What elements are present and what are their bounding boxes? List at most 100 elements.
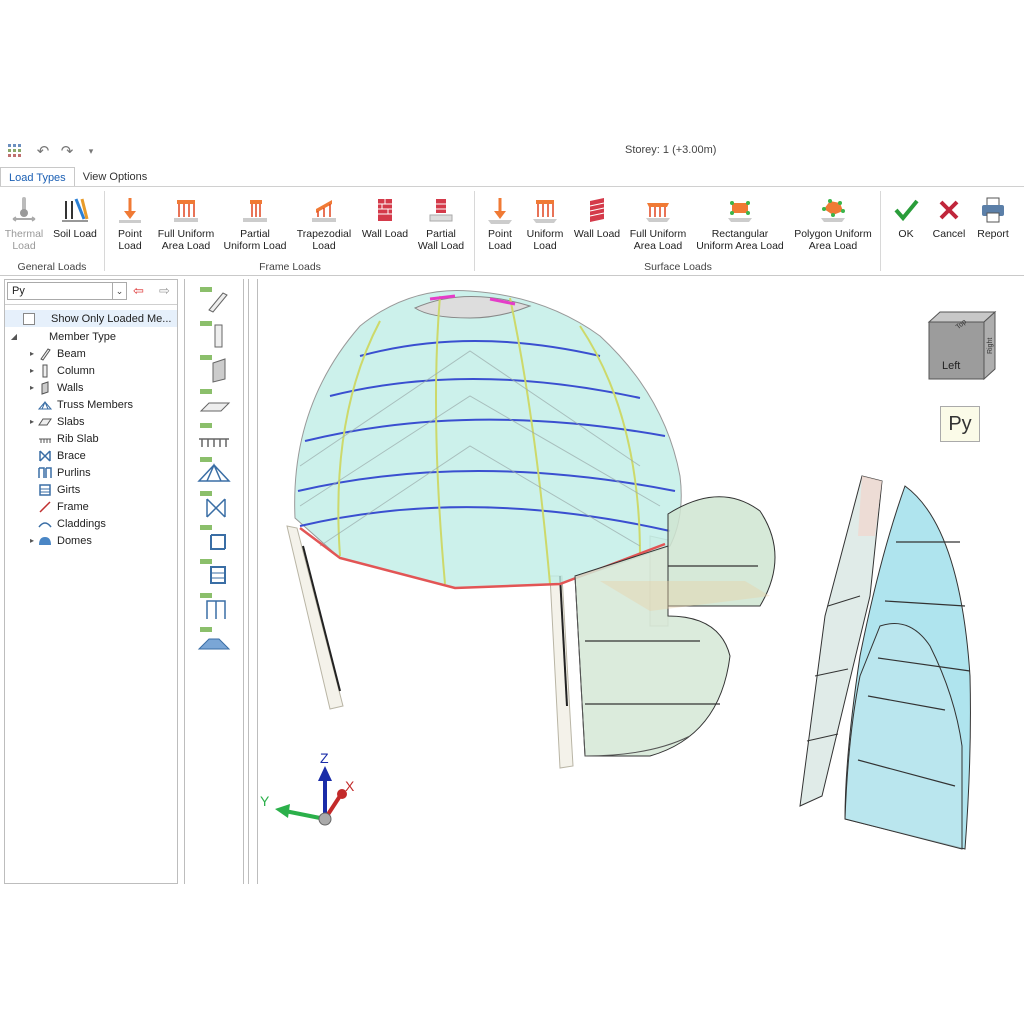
splitter[interactable]	[248, 279, 258, 884]
surface-uniform-load-button[interactable]: Uniform Load	[524, 195, 566, 252]
tree-item-brace[interactable]: Brace	[5, 447, 177, 464]
girt-filter-icon[interactable]	[197, 557, 231, 587]
purlin-icon	[37, 466, 53, 480]
truss-icon	[37, 398, 53, 412]
uniform-area-load-icon	[174, 200, 198, 222]
tab-view-options[interactable]: View Options	[75, 167, 156, 187]
soil-load-button[interactable]: Soil Load	[52, 195, 98, 240]
report-button[interactable]: Report	[972, 195, 1014, 240]
3d-viewport[interactable]: Z Y X Left Top Right	[259, 279, 1024, 884]
tree-item-frame[interactable]: Frame	[5, 498, 177, 515]
tree-root-member-type[interactable]: ◢ Member Type	[5, 328, 177, 345]
brace-filter-icon[interactable]	[197, 489, 231, 519]
tree-item-column[interactable]: ▸ Column	[5, 362, 177, 379]
frame-partial-wall-load-button[interactable]: Partial Wall Load	[414, 195, 468, 252]
close-icon	[939, 200, 959, 220]
brace-icon	[37, 449, 53, 463]
arrow-left-icon[interactable]: ⇦	[133, 283, 144, 299]
tree-item-slabs[interactable]: ▸ Slabs	[5, 413, 177, 430]
z-axis-label: Z	[320, 750, 329, 766]
tree-item-domes[interactable]: ▸ Domes	[5, 532, 177, 549]
cube-right-label: Right	[987, 338, 994, 354]
arrow-right-icon[interactable]: ⇨	[159, 283, 170, 299]
show-only-loaded-checkbox-row[interactable]: Show Only Loaded Me...	[5, 310, 177, 327]
purlin-filter-icon[interactable]	[197, 523, 231, 553]
cancel-button[interactable]: Cancel	[928, 195, 970, 240]
surface-wall-load-icon	[589, 198, 605, 222]
undo-icon[interactable]: ↶	[34, 142, 52, 160]
column-filter-icon[interactable]	[197, 319, 231, 349]
expand-icon[interactable]: ▸	[27, 383, 37, 392]
member-filter-toolbar	[184, 279, 244, 884]
wall-icon	[37, 380, 53, 395]
surface-polygon-uniform-area-load-button[interactable]: Polygon Uniform Area Load	[790, 195, 876, 252]
view-cube[interactable]: Left Top Right	[927, 310, 997, 381]
expand-icon[interactable]: ▸	[27, 349, 37, 358]
expand-icon[interactable]: ▸	[27, 417, 37, 426]
wall-load-icon	[378, 199, 392, 221]
expand-icon[interactable]: ▸	[27, 366, 37, 375]
tree-item-beam[interactable]: ▸ Beam	[5, 345, 177, 362]
group-label-frame: Frame Loads	[259, 261, 321, 273]
ribbon: Thermal Load Soil Load General Loads Poi…	[0, 187, 1024, 276]
thermal-load-button[interactable]: Thermal Load	[4, 195, 44, 252]
tree-item-girts[interactable]: Girts	[5, 481, 177, 498]
surface-point-load-icon	[488, 198, 512, 224]
axis-triad: Z Y X	[260, 750, 355, 826]
checkbox[interactable]	[23, 312, 35, 325]
customize-dropdown-icon[interactable]: ▾	[82, 142, 100, 160]
cladding-filter-icon[interactable]	[197, 625, 231, 655]
app-grid-icon[interactable]	[6, 142, 24, 160]
group-label-surface: Surface Loads	[644, 261, 712, 273]
tree-item-purlins[interactable]: Purlins	[5, 464, 177, 481]
tab-load-types[interactable]: Load Types	[0, 167, 75, 187]
collapse-icon[interactable]: ◢	[9, 332, 19, 341]
chevron-down-icon[interactable]: ⌄	[112, 283, 126, 299]
rib-slab-filter-icon[interactable]	[197, 421, 231, 451]
wall-filter-icon[interactable]	[197, 353, 231, 383]
beam-filter-icon[interactable]	[197, 285, 231, 315]
thermal-icon	[12, 197, 36, 222]
dome-icon	[37, 534, 53, 548]
slab-icon	[37, 415, 53, 429]
surface-full-uniform-area-load-button[interactable]: Full Uniform Area Load	[626, 195, 690, 252]
surface-uniform-load-icon	[533, 200, 557, 223]
frame-partial-uniform-load-button[interactable]: Partial Uniform Load	[222, 195, 288, 252]
column-icon	[37, 364, 53, 378]
tree-item-claddings[interactable]: Claddings	[5, 515, 177, 532]
storey-title: Storey: 1 (+3.00m)	[625, 144, 717, 156]
application-window: ↶ ↷ ▾ Storey: 1 (+3.00m) Load Types View…	[0, 136, 1024, 884]
frame-point-load-button[interactable]: Point Load	[110, 195, 150, 252]
frame-wall-load-button[interactable]: Wall Load	[360, 195, 410, 240]
surface-point-load-button[interactable]: Point Load	[480, 195, 520, 252]
cube-left-label: Left	[942, 360, 960, 372]
frame-filter-icon[interactable]	[197, 591, 231, 621]
cladding-icon	[37, 517, 53, 531]
redo-icon[interactable]: ↷	[58, 142, 76, 160]
ribbon-tabs: Load Types View Options	[0, 167, 155, 187]
rectangular-area-load-icon	[728, 201, 752, 222]
expand-icon[interactable]: ▸	[27, 536, 37, 545]
point-load-icon	[119, 198, 141, 223]
frame-full-uniform-area-load-button[interactable]: Full Uniform Area Load	[156, 195, 216, 252]
tree-item-truss-members[interactable]: Truss Members	[5, 396, 177, 413]
frame-icon	[37, 500, 53, 514]
surface-rectangular-uniform-area-load-button[interactable]: Rectangular Uniform Area Load	[694, 195, 786, 252]
rib-slab-icon	[37, 432, 53, 446]
tree-item-rib-slab[interactable]: Rib Slab	[5, 430, 177, 447]
partial-wall-load-icon	[429, 199, 453, 222]
slab-filter-icon[interactable]	[197, 387, 231, 417]
group-label-general: General Loads	[17, 261, 87, 273]
load-direction-select[interactable]: Py ⌄	[7, 282, 127, 300]
frame-trapezoidal-load-button[interactable]: Trapezodial Load	[294, 195, 354, 252]
dome	[294, 289, 682, 590]
member-tree-panel: Py ⌄ ⇦ ⇨ Show Only Loaded Me... ◢ Member…	[4, 279, 178, 884]
surface-wall-load-button[interactable]: Wall Load	[572, 195, 622, 240]
polygon-area-load-icon	[821, 199, 845, 222]
tree-item-walls[interactable]: ▸ Walls	[5, 379, 177, 396]
truss-filter-icon[interactable]	[197, 455, 231, 485]
x-axis-label: X	[345, 778, 355, 794]
ok-button[interactable]: OK	[888, 195, 924, 240]
beam-icon	[37, 347, 53, 361]
surface-full-area-load-icon	[646, 203, 670, 222]
